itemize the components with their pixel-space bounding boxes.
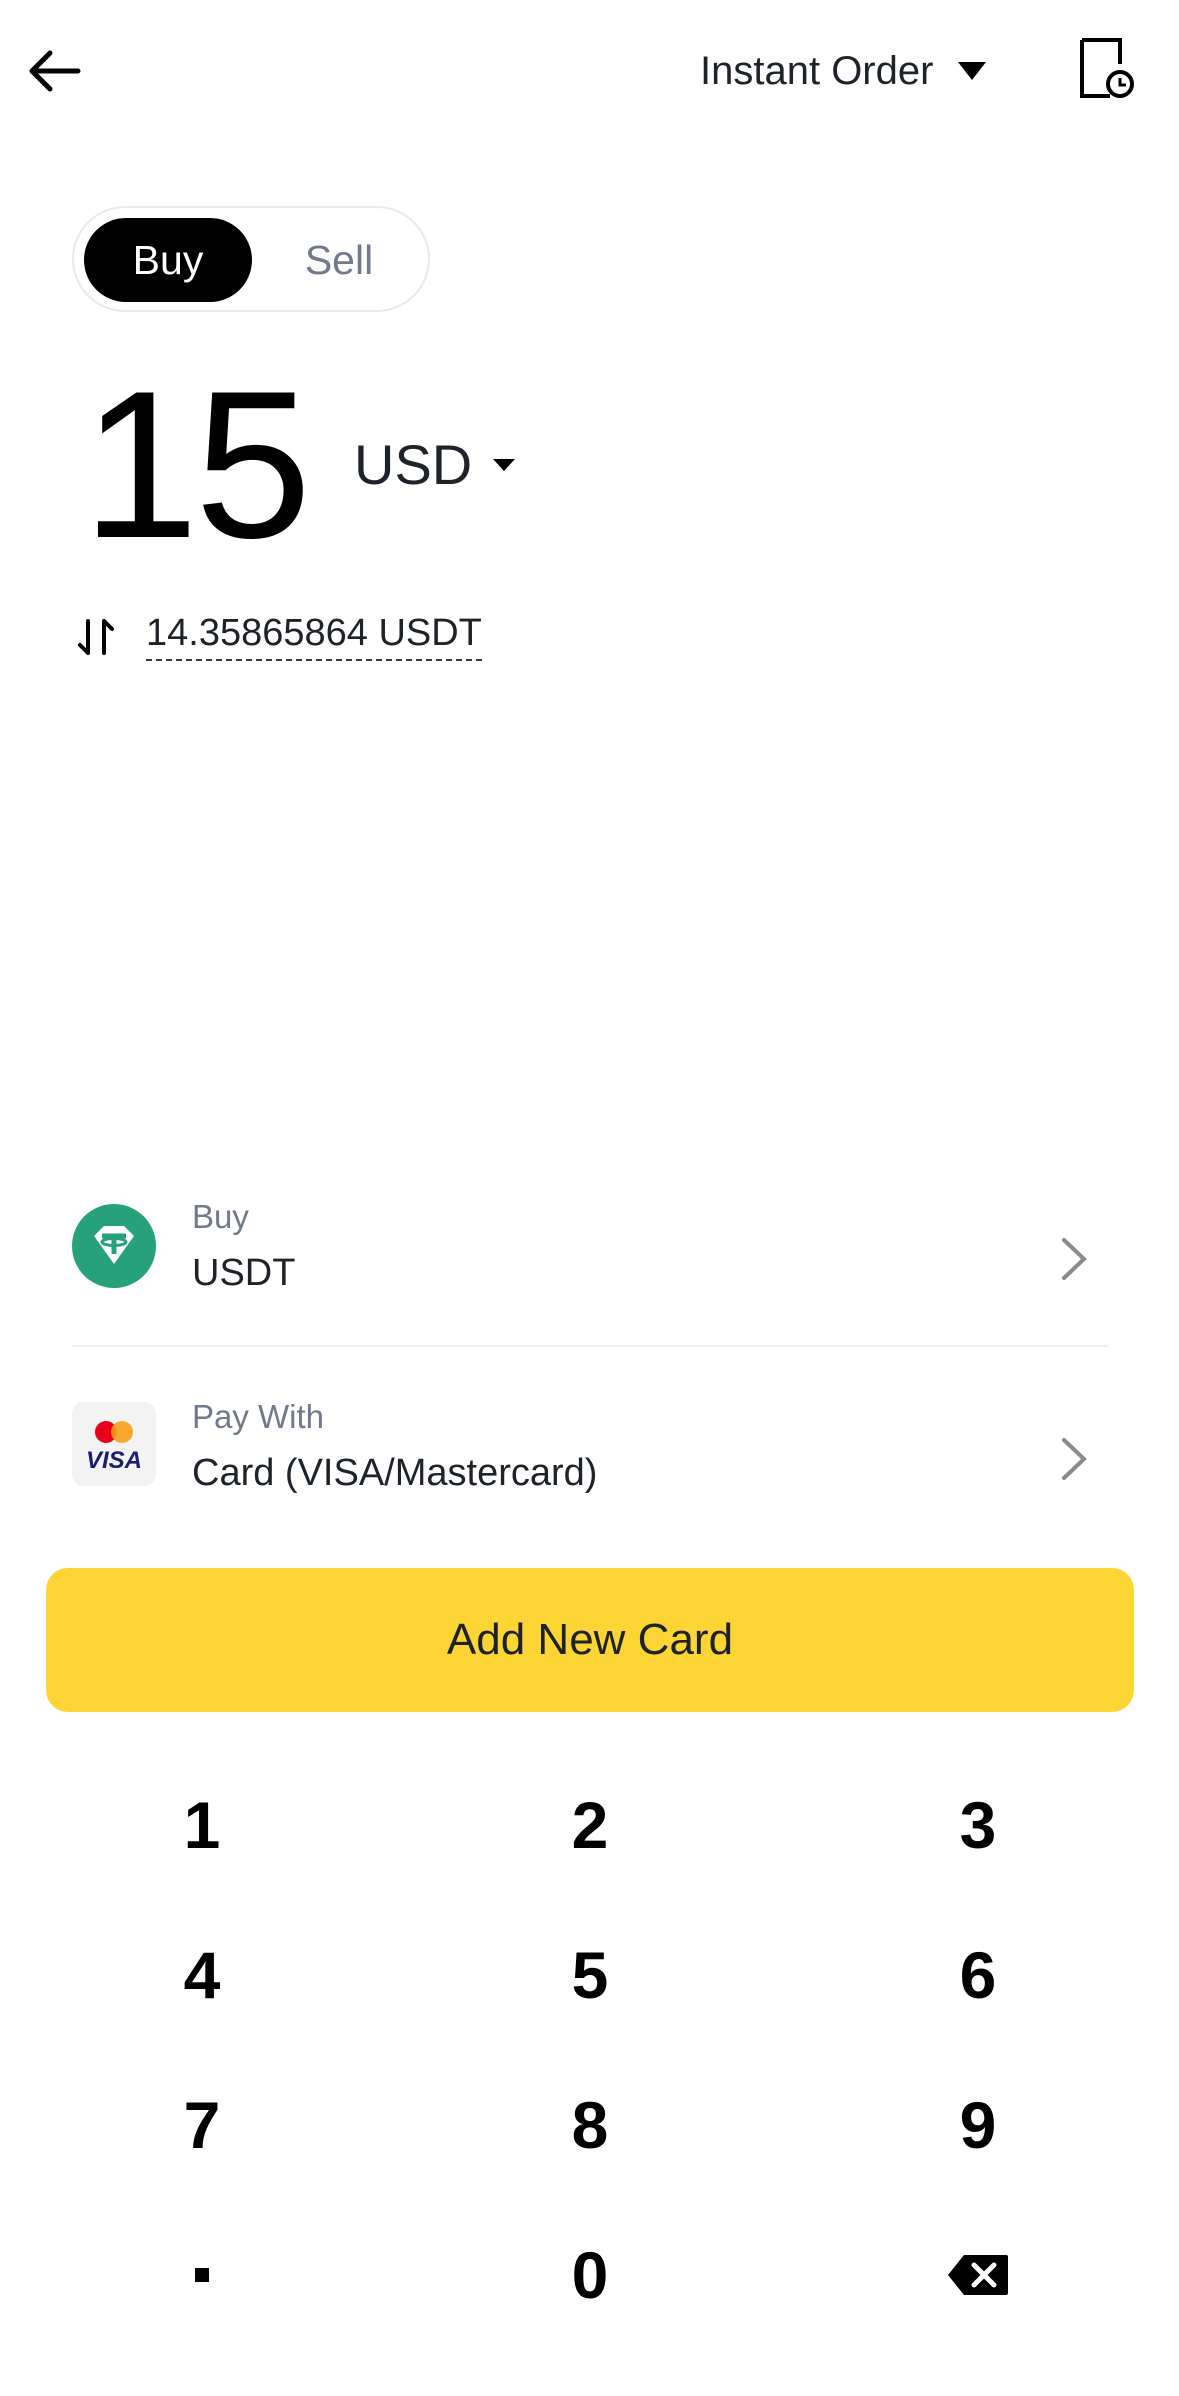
buy-sell-toggle: Buy Sell [72, 206, 430, 312]
key-5[interactable]: 5 [440, 1900, 740, 2050]
currency-label: USD [354, 433, 473, 496]
caret-down-icon [493, 458, 516, 471]
buy-asset-row[interactable]: Buy USDT [72, 1194, 1108, 1324]
key-9[interactable]: 9 [828, 2050, 1128, 2200]
swap-arrows-icon[interactable] [76, 615, 116, 659]
decimal-point-icon [195, 2268, 209, 2282]
chevron-right-icon [1062, 1438, 1087, 1480]
key-7[interactable]: 7 [52, 2050, 352, 2200]
key-decimal[interactable] [52, 2200, 352, 2350]
divider [72, 1345, 1108, 1347]
card-brand-icon: VISA [72, 1402, 156, 1486]
order-history-button[interactable] [1076, 36, 1140, 102]
buy-label: Buy [192, 1198, 249, 1235]
order-type-dropdown[interactable]: Instant Order [700, 38, 987, 104]
conversion-row: 14.35865864 USDT [76, 612, 482, 661]
pay-with-label: Pay With [192, 1398, 325, 1435]
key-4[interactable]: 4 [52, 1900, 352, 2050]
key-0[interactable]: 0 [440, 2200, 740, 2350]
svg-text:VISA: VISA [86, 1447, 142, 1474]
key-6[interactable]: 6 [828, 1900, 1128, 2050]
key-8[interactable]: 8 [440, 2050, 740, 2200]
back-arrow-icon [29, 50, 81, 92]
key-2[interactable]: 2 [440, 1750, 740, 1900]
order-type-label: Instant Order [700, 48, 934, 93]
payment-method-value: Card (VISA/Mastercard) [192, 1452, 598, 1494]
backspace-icon [948, 2255, 1008, 2295]
key-1[interactable]: 1 [52, 1750, 352, 1900]
add-new-card-button[interactable]: Add New Card [46, 1568, 1134, 1712]
caret-down-icon [958, 62, 987, 80]
key-backspace[interactable] [828, 2200, 1128, 2350]
history-document-icon [1080, 38, 1134, 98]
buy-asset-value: USDT [192, 1252, 296, 1294]
converted-amount[interactable]: 14.35865864 USDT [146, 612, 482, 661]
tether-usdt-icon [72, 1204, 156, 1288]
numeric-keypad: 1 2 3 4 5 6 7 8 9 0 [0, 1750, 1179, 2350]
buy-tab[interactable]: Buy [84, 218, 252, 302]
pay-with-row[interactable]: VISA Pay With Card (VISA/Mastercard) [72, 1394, 1108, 1524]
currency-selector[interactable]: USD [354, 432, 516, 497]
key-3[interactable]: 3 [828, 1750, 1128, 1900]
back-button[interactable] [22, 38, 88, 104]
chevron-right-icon [1062, 1238, 1087, 1280]
sell-tab[interactable]: Sell [264, 218, 414, 302]
amount-display: 15 [82, 347, 312, 582]
